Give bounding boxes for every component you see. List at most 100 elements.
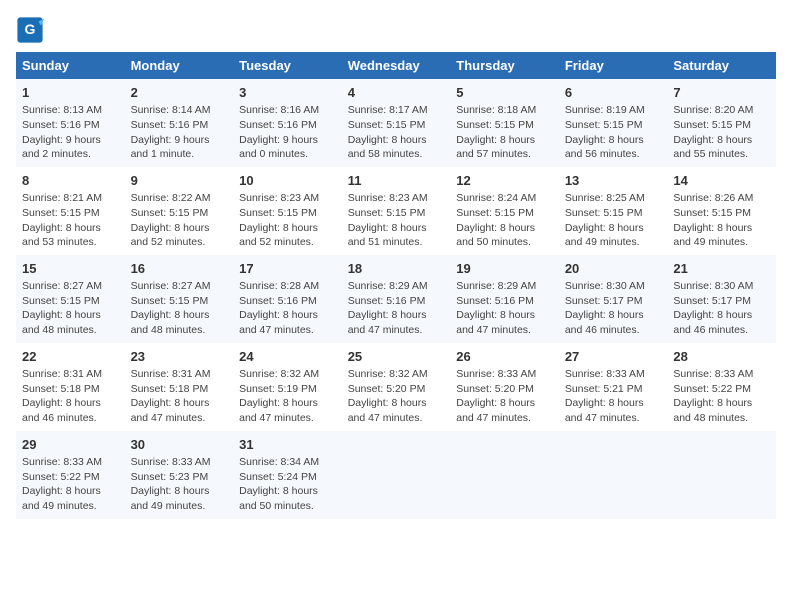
day-info: Sunrise: 8:25 AM Sunset: 5:15 PM Dayligh… [565, 191, 662, 250]
day-info: Sunrise: 8:21 AM Sunset: 5:15 PM Dayligh… [22, 191, 119, 250]
day-info: Sunrise: 8:29 AM Sunset: 5:16 PM Dayligh… [456, 279, 553, 338]
day-cell [342, 431, 451, 519]
day-number: 9 [131, 172, 228, 190]
day-number: 6 [565, 84, 662, 102]
day-info: Sunrise: 8:28 AM Sunset: 5:16 PM Dayligh… [239, 279, 336, 338]
day-info: Sunrise: 8:23 AM Sunset: 5:15 PM Dayligh… [239, 191, 336, 250]
day-number: 21 [673, 260, 770, 278]
day-info: Sunrise: 8:23 AM Sunset: 5:15 PM Dayligh… [348, 191, 445, 250]
day-cell: 31Sunrise: 8:34 AM Sunset: 5:24 PM Dayli… [233, 431, 342, 519]
day-cell: 24Sunrise: 8:32 AM Sunset: 5:19 PM Dayli… [233, 343, 342, 431]
day-number: 29 [22, 436, 119, 454]
logo: G [16, 16, 48, 44]
day-cell: 20Sunrise: 8:30 AM Sunset: 5:17 PM Dayli… [559, 255, 668, 343]
day-info: Sunrise: 8:14 AM Sunset: 5:16 PM Dayligh… [131, 103, 228, 162]
day-info: Sunrise: 8:34 AM Sunset: 5:24 PM Dayligh… [239, 455, 336, 514]
day-cell: 16Sunrise: 8:27 AM Sunset: 5:15 PM Dayli… [125, 255, 234, 343]
day-info: Sunrise: 8:20 AM Sunset: 5:15 PM Dayligh… [673, 103, 770, 162]
day-info: Sunrise: 8:33 AM Sunset: 5:22 PM Dayligh… [673, 367, 770, 426]
column-header-thursday: Thursday [450, 52, 559, 79]
day-number: 13 [565, 172, 662, 190]
day-number: 10 [239, 172, 336, 190]
day-info: Sunrise: 8:27 AM Sunset: 5:15 PM Dayligh… [131, 279, 228, 338]
day-number: 5 [456, 84, 553, 102]
day-number: 3 [239, 84, 336, 102]
svg-text:G: G [25, 21, 36, 37]
day-cell: 28Sunrise: 8:33 AM Sunset: 5:22 PM Dayli… [667, 343, 776, 431]
column-header-monday: Monday [125, 52, 234, 79]
day-info: Sunrise: 8:32 AM Sunset: 5:19 PM Dayligh… [239, 367, 336, 426]
day-cell [450, 431, 559, 519]
day-cell: 21Sunrise: 8:30 AM Sunset: 5:17 PM Dayli… [667, 255, 776, 343]
day-info: Sunrise: 8:30 AM Sunset: 5:17 PM Dayligh… [673, 279, 770, 338]
day-number: 15 [22, 260, 119, 278]
day-info: Sunrise: 8:31 AM Sunset: 5:18 PM Dayligh… [22, 367, 119, 426]
day-cell: 5Sunrise: 8:18 AM Sunset: 5:15 PM Daylig… [450, 79, 559, 167]
day-info: Sunrise: 8:31 AM Sunset: 5:18 PM Dayligh… [131, 367, 228, 426]
week-row-5: 29Sunrise: 8:33 AM Sunset: 5:22 PM Dayli… [16, 431, 776, 519]
day-info: Sunrise: 8:17 AM Sunset: 5:15 PM Dayligh… [348, 103, 445, 162]
day-cell: 4Sunrise: 8:17 AM Sunset: 5:15 PM Daylig… [342, 79, 451, 167]
day-cell: 3Sunrise: 8:16 AM Sunset: 5:16 PM Daylig… [233, 79, 342, 167]
day-info: Sunrise: 8:33 AM Sunset: 5:20 PM Dayligh… [456, 367, 553, 426]
day-number: 20 [565, 260, 662, 278]
day-info: Sunrise: 8:30 AM Sunset: 5:17 PM Dayligh… [565, 279, 662, 338]
calendar-table: SundayMondayTuesdayWednesdayThursdayFrid… [16, 52, 776, 519]
week-row-3: 15Sunrise: 8:27 AM Sunset: 5:15 PM Dayli… [16, 255, 776, 343]
day-cell: 27Sunrise: 8:33 AM Sunset: 5:21 PM Dayli… [559, 343, 668, 431]
column-header-friday: Friday [559, 52, 668, 79]
day-number: 31 [239, 436, 336, 454]
day-number: 7 [673, 84, 770, 102]
day-number: 4 [348, 84, 445, 102]
calendar-header-row: SundayMondayTuesdayWednesdayThursdayFrid… [16, 52, 776, 79]
day-cell: 11Sunrise: 8:23 AM Sunset: 5:15 PM Dayli… [342, 167, 451, 255]
day-cell: 13Sunrise: 8:25 AM Sunset: 5:15 PM Dayli… [559, 167, 668, 255]
day-info: Sunrise: 8:33 AM Sunset: 5:22 PM Dayligh… [22, 455, 119, 514]
day-number: 25 [348, 348, 445, 366]
day-number: 28 [673, 348, 770, 366]
day-number: 2 [131, 84, 228, 102]
day-info: Sunrise: 8:27 AM Sunset: 5:15 PM Dayligh… [22, 279, 119, 338]
day-cell [667, 431, 776, 519]
day-info: Sunrise: 8:33 AM Sunset: 5:21 PM Dayligh… [565, 367, 662, 426]
day-cell: 26Sunrise: 8:33 AM Sunset: 5:20 PM Dayli… [450, 343, 559, 431]
calendar-body: 1Sunrise: 8:13 AM Sunset: 5:16 PM Daylig… [16, 79, 776, 519]
day-cell: 22Sunrise: 8:31 AM Sunset: 5:18 PM Dayli… [16, 343, 125, 431]
day-cell: 18Sunrise: 8:29 AM Sunset: 5:16 PM Dayli… [342, 255, 451, 343]
day-number: 1 [22, 84, 119, 102]
day-cell: 8Sunrise: 8:21 AM Sunset: 5:15 PM Daylig… [16, 167, 125, 255]
day-cell: 15Sunrise: 8:27 AM Sunset: 5:15 PM Dayli… [16, 255, 125, 343]
logo-icon: G [16, 16, 44, 44]
day-cell: 25Sunrise: 8:32 AM Sunset: 5:20 PM Dayli… [342, 343, 451, 431]
day-number: 12 [456, 172, 553, 190]
column-header-wednesday: Wednesday [342, 52, 451, 79]
day-number: 22 [22, 348, 119, 366]
day-number: 16 [131, 260, 228, 278]
day-info: Sunrise: 8:33 AM Sunset: 5:23 PM Dayligh… [131, 455, 228, 514]
page-header: G [16, 16, 776, 44]
day-info: Sunrise: 8:18 AM Sunset: 5:15 PM Dayligh… [456, 103, 553, 162]
week-row-2: 8Sunrise: 8:21 AM Sunset: 5:15 PM Daylig… [16, 167, 776, 255]
column-header-saturday: Saturday [667, 52, 776, 79]
day-info: Sunrise: 8:26 AM Sunset: 5:15 PM Dayligh… [673, 191, 770, 250]
day-cell: 2Sunrise: 8:14 AM Sunset: 5:16 PM Daylig… [125, 79, 234, 167]
day-number: 19 [456, 260, 553, 278]
day-number: 30 [131, 436, 228, 454]
day-cell [559, 431, 668, 519]
day-info: Sunrise: 8:32 AM Sunset: 5:20 PM Dayligh… [348, 367, 445, 426]
day-cell: 17Sunrise: 8:28 AM Sunset: 5:16 PM Dayli… [233, 255, 342, 343]
day-number: 27 [565, 348, 662, 366]
day-cell: 12Sunrise: 8:24 AM Sunset: 5:15 PM Dayli… [450, 167, 559, 255]
day-number: 17 [239, 260, 336, 278]
day-info: Sunrise: 8:24 AM Sunset: 5:15 PM Dayligh… [456, 191, 553, 250]
day-number: 26 [456, 348, 553, 366]
day-number: 24 [239, 348, 336, 366]
day-cell: 1Sunrise: 8:13 AM Sunset: 5:16 PM Daylig… [16, 79, 125, 167]
day-cell: 19Sunrise: 8:29 AM Sunset: 5:16 PM Dayli… [450, 255, 559, 343]
day-info: Sunrise: 8:29 AM Sunset: 5:16 PM Dayligh… [348, 279, 445, 338]
day-info: Sunrise: 8:16 AM Sunset: 5:16 PM Dayligh… [239, 103, 336, 162]
day-number: 8 [22, 172, 119, 190]
day-number: 18 [348, 260, 445, 278]
day-cell: 30Sunrise: 8:33 AM Sunset: 5:23 PM Dayli… [125, 431, 234, 519]
column-header-sunday: Sunday [16, 52, 125, 79]
